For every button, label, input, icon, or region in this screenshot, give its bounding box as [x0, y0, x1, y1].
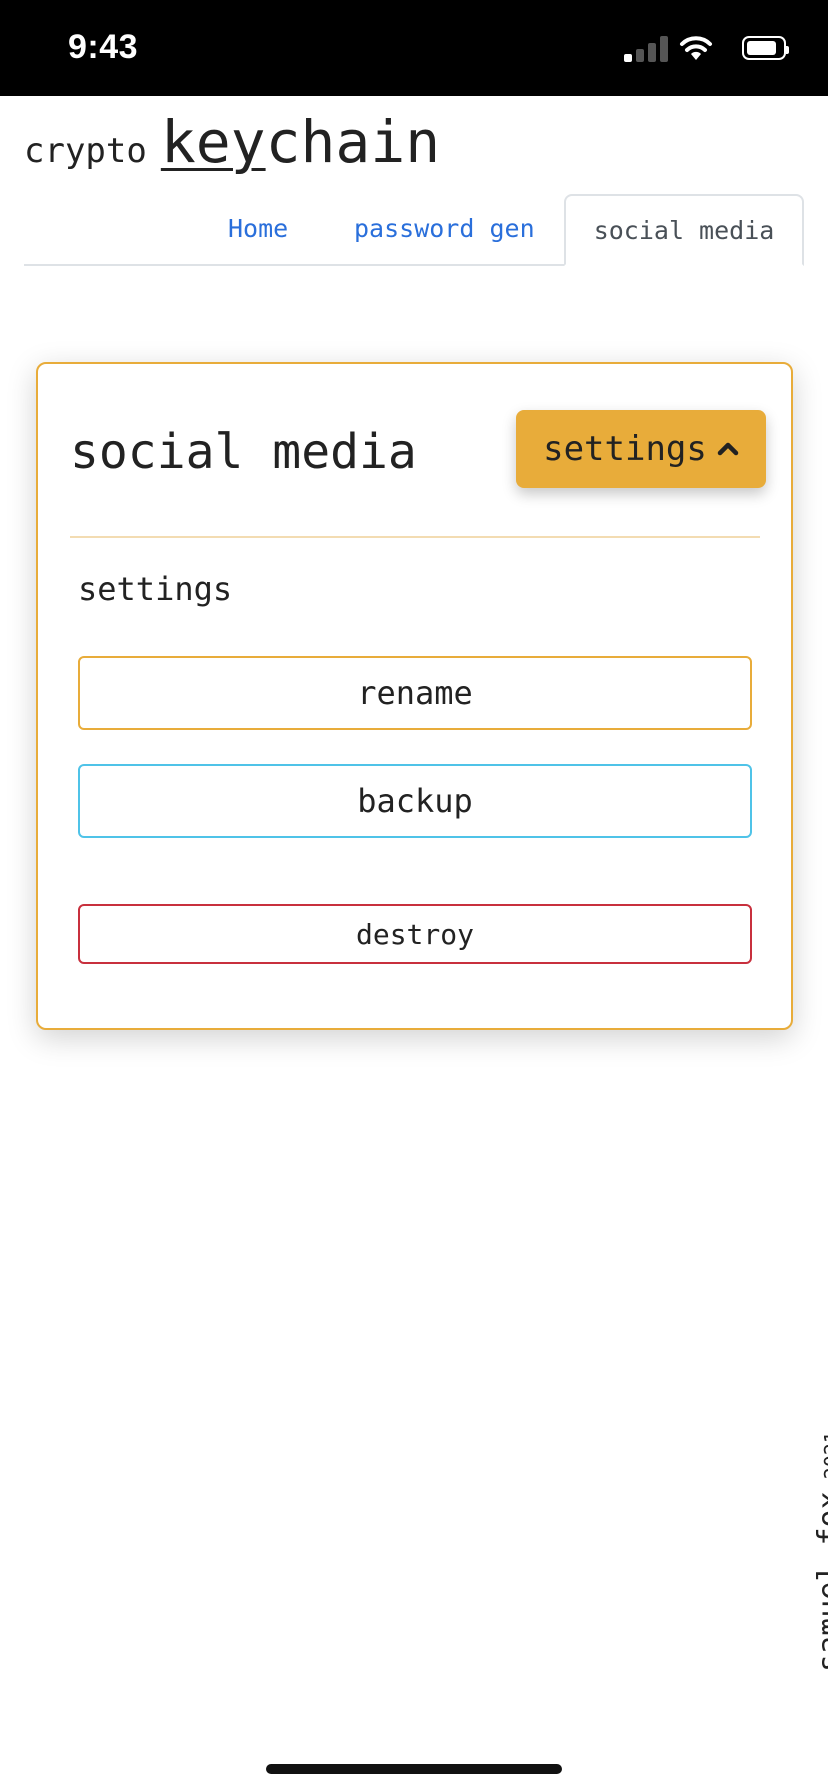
- status-time: 9:43: [68, 28, 139, 66]
- battery-icon: [742, 36, 789, 60]
- tab-home[interactable]: Home: [228, 194, 288, 264]
- home-indicator[interactable]: [266, 1764, 562, 1774]
- app-brand[interactable]: crypto keychain: [24, 108, 440, 176]
- settings-section-label: settings: [78, 570, 233, 608]
- card-divider: [70, 536, 760, 538]
- brand-title: keychain: [161, 108, 440, 176]
- brand-title-rest: chain: [265, 108, 441, 176]
- chevron-up-icon: [717, 442, 739, 456]
- credit-year: 2021: [820, 1431, 828, 1480]
- card-title: social media: [70, 424, 417, 480]
- tab-password-gen[interactable]: password gen: [354, 194, 535, 264]
- tab-social-media[interactable]: social media: [564, 194, 804, 266]
- settings-toggle-label: settings: [543, 429, 707, 469]
- destroy-button[interactable]: destroy: [78, 904, 752, 964]
- keychain-card: social media settings settings rename ba…: [36, 362, 793, 1030]
- nav-tabs: Home password gen social media: [24, 194, 804, 266]
- brand-title-underlined: key: [160, 108, 266, 176]
- footer-credit: _samuel fox 2021: [812, 1431, 828, 1690]
- wifi-icon: [680, 36, 712, 60]
- credit-name: _samuel fox: [812, 1491, 828, 1690]
- status-bar: 9:43: [0, 0, 828, 96]
- backup-button[interactable]: backup: [78, 764, 752, 838]
- cellular-signal-icon: [624, 36, 668, 62]
- settings-toggle-button[interactable]: settings: [516, 410, 766, 488]
- rename-button[interactable]: rename: [78, 656, 752, 730]
- brand-prefix: crypto: [24, 131, 147, 171]
